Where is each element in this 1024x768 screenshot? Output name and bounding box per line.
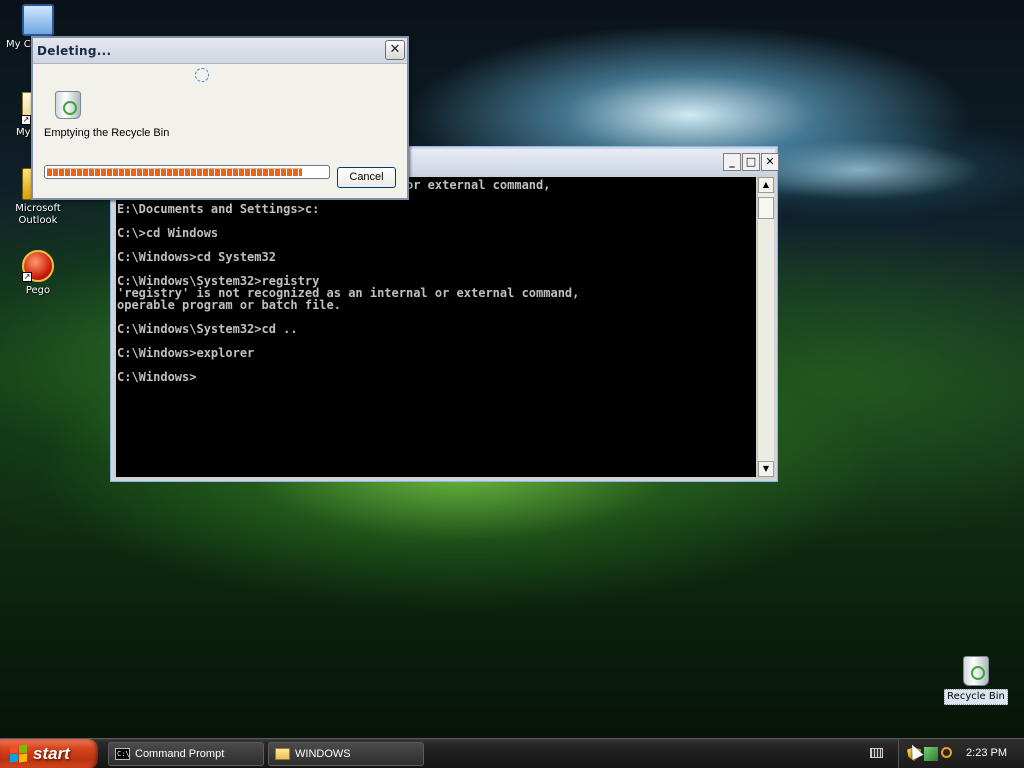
start-label: start	[33, 744, 70, 763]
dialog-title: Deleting...	[37, 44, 112, 58]
start-button[interactable]: start	[0, 739, 98, 768]
progress-bar	[44, 165, 330, 179]
computer-icon	[22, 4, 54, 36]
keyboard-icon[interactable]	[870, 748, 883, 758]
scroll-thumb[interactable]	[758, 197, 774, 219]
dialog-close-button[interactable]: ✕	[385, 40, 405, 60]
windows-flag-icon	[10, 744, 28, 763]
console-line: operable program or batch file.	[117, 298, 341, 312]
console-line: C:\Windows>explorer	[117, 346, 255, 360]
shortcut-arrow-icon: ↗	[21, 115, 31, 125]
recycle-bin-icon	[963, 656, 989, 686]
task-command-prompt[interactable]: C:\ Command Prompt	[108, 742, 264, 766]
console-line: C:\Windows>cd System32	[117, 250, 276, 264]
cmd-icon: C:\	[115, 748, 130, 760]
close-button[interactable]: ✕	[761, 153, 779, 171]
scroll-down-button[interactable]: ▼	[758, 461, 774, 477]
shortcut-arrow-icon: ↗	[22, 272, 32, 282]
recycle-bin-icon	[55, 91, 83, 121]
console-output[interactable]: l or external command, E:\Documents and …	[116, 177, 756, 477]
search-icon[interactable]	[941, 747, 952, 758]
taskbar: start C:\ Command Prompt WINDOWS 2:23 PM	[0, 738, 1024, 768]
desktop-icon-label: Pego	[25, 285, 51, 296]
network-icon[interactable]	[924, 747, 938, 761]
dialog-message: Emptying the Recycle Bin	[44, 127, 170, 139]
task-label: Command Prompt	[135, 748, 225, 760]
console-line: C:\>cd Windows	[117, 226, 219, 240]
desktop-icon-recycle-bin[interactable]: Recycle Bin	[941, 656, 1011, 705]
pego-icon: ↗	[22, 250, 54, 282]
minimize-button[interactable]: _	[723, 153, 741, 171]
progress-fill	[47, 168, 302, 176]
clock[interactable]: 2:23 PM	[966, 747, 1007, 759]
desktop-icon-label: Microsoft Outlook	[15, 203, 61, 226]
desktop-icon-label: Recycle Bin	[944, 689, 1008, 705]
folder-icon	[275, 748, 290, 760]
dialog-titlebar[interactable]: Deleting... ✕	[33, 38, 407, 64]
console-line: C:\Windows\System32>cd ..	[117, 322, 298, 336]
desktop-icon-pego[interactable]: ↗ Pego	[3, 250, 73, 297]
scroll-up-button[interactable]: ▲	[758, 177, 774, 193]
task-label: WINDOWS	[295, 748, 351, 760]
flying-paper-icon	[195, 68, 209, 82]
cancel-button[interactable]: Cancel	[337, 167, 396, 188]
deleting-dialog[interactable]: Deleting... ✕ Emptying the Recycle Bin C…	[31, 36, 409, 200]
console-line: E:\Documents and Settings>c:	[117, 202, 320, 216]
maximize-button[interactable]: □	[742, 153, 760, 171]
task-windows-folder[interactable]: WINDOWS	[268, 742, 424, 766]
console-line: C:\Windows>	[117, 370, 197, 384]
vertical-scrollbar[interactable]: ▲ ▼	[757, 177, 774, 477]
